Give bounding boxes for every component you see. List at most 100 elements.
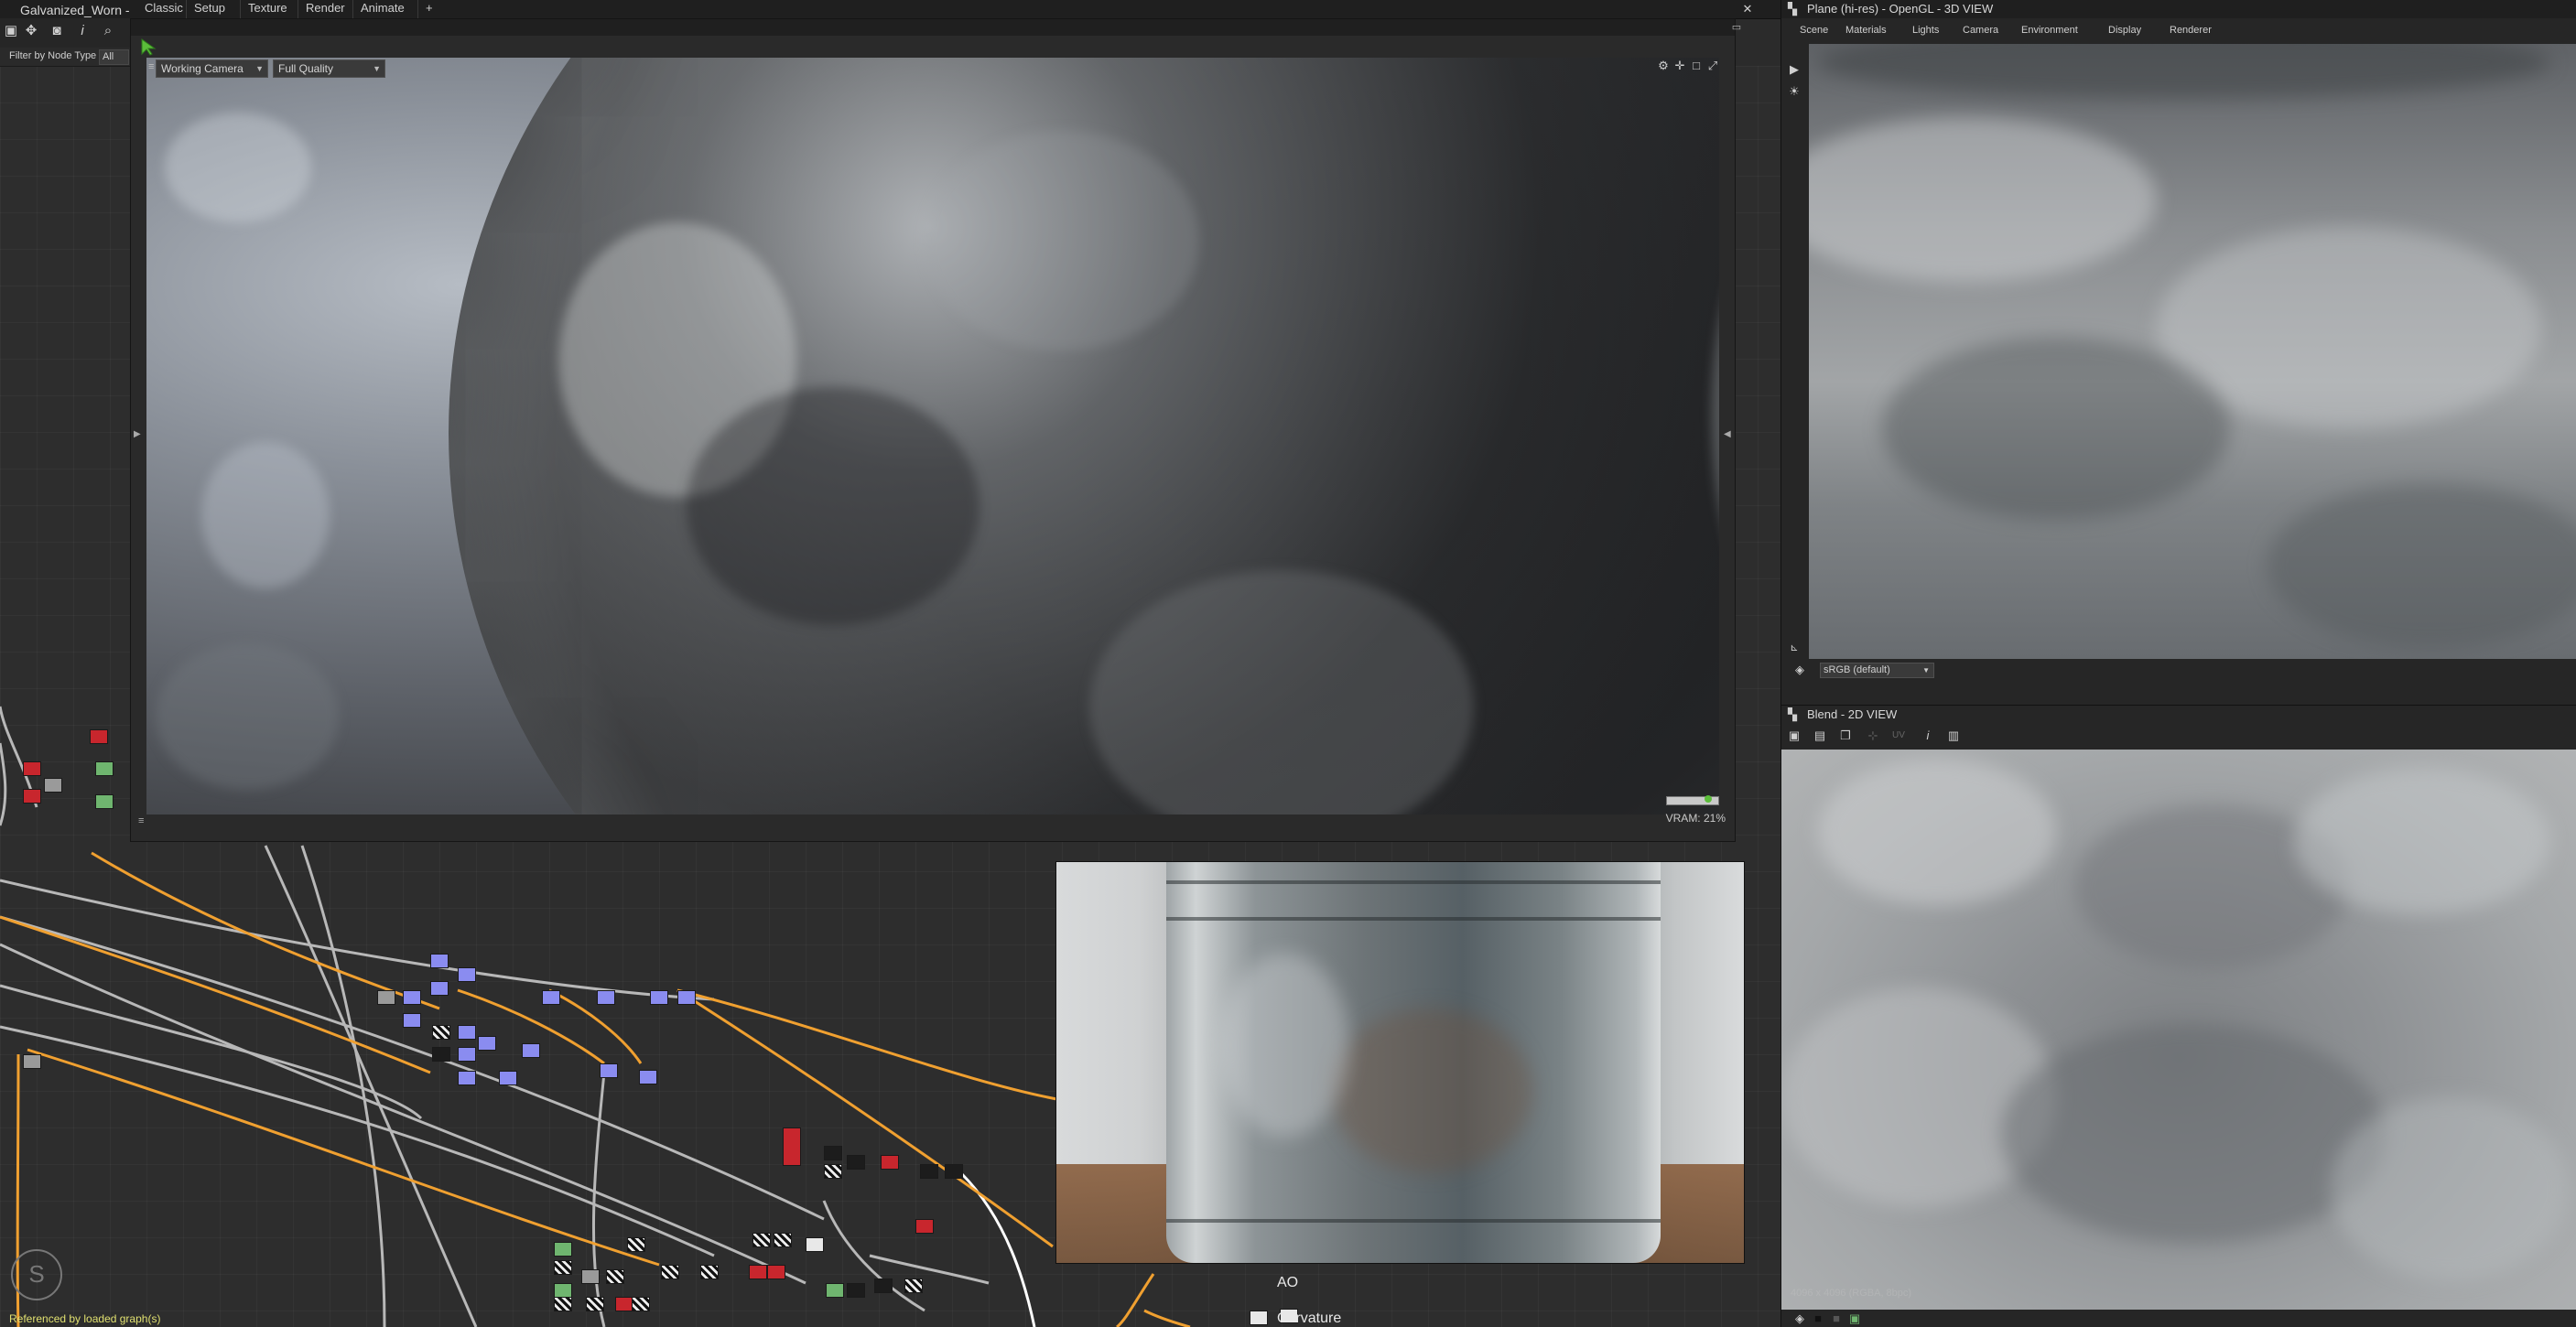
add-workspace-button[interactable]: +	[417, 0, 440, 18]
graph-node[interactable]	[554, 1283, 572, 1298]
graph-node[interactable]	[432, 1025, 450, 1040]
photo-bucket-rim	[1166, 880, 1661, 884]
graph-node[interactable]	[783, 1127, 801, 1166]
collapse-right-icon[interactable]: ◀	[1724, 429, 1731, 439]
menu-texture[interactable]: Texture	[240, 0, 295, 18]
menu-render[interactable]: Render	[298, 0, 352, 18]
graph-node[interactable]	[403, 1013, 421, 1028]
graph-node[interactable]	[874, 1278, 893, 1293]
graph-node[interactable]	[920, 1164, 938, 1179]
graph-node[interactable]	[432, 1047, 450, 1062]
graph-node[interactable]	[677, 990, 696, 1005]
fit-view-icon[interactable]: ▣	[1787, 728, 1802, 743]
quality-select[interactable]: Full Quality ▼	[273, 59, 385, 78]
graph-node[interactable]	[639, 1070, 657, 1084]
graph-node[interactable]	[478, 1036, 496, 1051]
graph-node[interactable]	[615, 1297, 633, 1311]
graph-node[interactable]	[881, 1155, 899, 1170]
camera-icon[interactable]: ▶	[1787, 62, 1802, 77]
graph-node[interactable]	[430, 981, 449, 996]
graph-node[interactable]	[824, 1164, 842, 1179]
info-icon[interactable]: i	[1921, 728, 1935, 743]
settings-icon[interactable]: ⚙	[1657, 59, 1670, 72]
frame-icon[interactable]: □	[1690, 59, 1703, 72]
axis-icon[interactable]: ⊾	[1787, 641, 1802, 655]
graph-node[interactable]	[847, 1155, 865, 1170]
camera-tool-icon[interactable]: ◙	[48, 22, 66, 40]
graph-node[interactable]	[403, 990, 421, 1005]
menu-setup[interactable]: Setup	[186, 0, 233, 18]
save-icon[interactable]: ▤	[1813, 728, 1827, 743]
colorspace-select[interactable]: sRGB (default) ▼	[1820, 663, 1934, 678]
collapse-left-icon[interactable]: ▶	[134, 429, 141, 439]
view2d-render[interactable]: 4096 x 4096 (RGBA, 8bpc)	[1781, 750, 2576, 1310]
frame-tool-icon[interactable]: ▣	[2, 22, 20, 40]
graph-node[interactable]	[774, 1233, 792, 1247]
graph-node[interactable]	[581, 1269, 600, 1284]
graph-node[interactable]	[458, 1025, 476, 1040]
pan-icon[interactable]: ✛	[1673, 59, 1686, 72]
graph-node[interactable]	[499, 1071, 517, 1085]
graph-node[interactable]	[600, 1063, 618, 1078]
graph-node[interactable]	[806, 1237, 824, 1252]
light-icon[interactable]: ☀	[1787, 84, 1802, 99]
graph-node[interactable]	[1250, 1311, 1268, 1325]
graph-node[interactable]	[458, 1071, 476, 1085]
graph-node[interactable]	[700, 1265, 719, 1279]
graph-node[interactable]	[597, 990, 615, 1005]
viewport-menu-icon[interactable]: ≡	[148, 61, 156, 74]
graph-node[interactable]	[915, 1219, 934, 1234]
graph-node[interactable]	[904, 1278, 923, 1293]
graph-node[interactable]	[458, 1047, 476, 1062]
graph-node[interactable]	[554, 1297, 572, 1311]
view3d-menu-environment[interactable]: Environment	[2021, 22, 2078, 38]
viewport-options-icon[interactable]: ≡	[138, 815, 144, 826]
view3d-menu-display[interactable]: Display	[2108, 22, 2141, 38]
menu-classic[interactable]: Classic	[137, 0, 190, 18]
fullscreen-icon[interactable]: ⤢	[1706, 59, 1719, 72]
window-close-icon[interactable]: ✕	[1740, 2, 1755, 16]
view3d-menu-lights[interactable]: Lights	[1912, 22, 1939, 38]
graph-node[interactable]	[458, 967, 476, 982]
copy-icon[interactable]: ❐	[1838, 728, 1853, 743]
graph-node[interactable]	[627, 1237, 645, 1252]
graph-node[interactable]	[749, 1265, 767, 1279]
graph-node[interactable]	[945, 1164, 963, 1179]
graph-node[interactable]	[650, 990, 668, 1005]
graph-node[interactable]	[542, 990, 560, 1005]
node-filter-bar: Filter by Node Type All	[0, 48, 130, 67]
view3d-menu-camera[interactable]: Camera	[1963, 22, 1998, 38]
graph-node[interactable]	[522, 1043, 540, 1058]
graph-node[interactable]	[632, 1297, 650, 1311]
graph-node[interactable]	[377, 990, 395, 1005]
graph-node[interactable]	[826, 1283, 844, 1298]
move-tool-icon[interactable]: ✥	[22, 22, 40, 40]
view3d-menu-scene[interactable]: Scene	[1800, 22, 1828, 38]
graph-node[interactable]	[661, 1265, 679, 1279]
uv-icon[interactable]: UV	[1891, 728, 1906, 743]
camera-select[interactable]: Working Camera ▼	[156, 59, 268, 78]
image-icon[interactable]: ▣	[1847, 1311, 1862, 1326]
graph-node[interactable]	[554, 1242, 572, 1257]
view3d-menu-materials[interactable]: Materials	[1845, 22, 1887, 38]
menu-animate[interactable]: Animate	[352, 0, 412, 18]
graph-node[interactable]	[767, 1265, 785, 1279]
tile-icon[interactable]: ⊹	[1866, 728, 1880, 743]
view3d-render[interactable]	[1809, 44, 2576, 659]
view3d-menu-renderer[interactable]: Renderer	[2170, 22, 2212, 38]
graph-node[interactable]	[430, 954, 449, 968]
graph-node[interactable]	[847, 1283, 865, 1298]
filter-select[interactable]: All	[99, 49, 129, 65]
black-swatch-icon[interactable]: ■	[1811, 1311, 1825, 1326]
viewport-render[interactable]: Working Camera ▼ Full Quality ▼ ≡ ⚙ ✛ □ ⤢	[146, 58, 1719, 815]
graph-node[interactable]	[586, 1297, 604, 1311]
graph-node[interactable]	[554, 1260, 572, 1275]
graph-node[interactable]	[606, 1269, 624, 1284]
info-tool-icon[interactable]: i	[73, 22, 92, 40]
gray-swatch-icon[interactable]: ■	[1829, 1311, 1844, 1326]
histogram-icon[interactable]: ▥	[1946, 728, 1961, 743]
graph-node[interactable]	[752, 1233, 771, 1247]
maximize-icon[interactable]: ▭	[1729, 20, 1744, 35]
search-icon[interactable]: ⌕	[99, 22, 117, 40]
graph-node[interactable]	[824, 1146, 842, 1160]
